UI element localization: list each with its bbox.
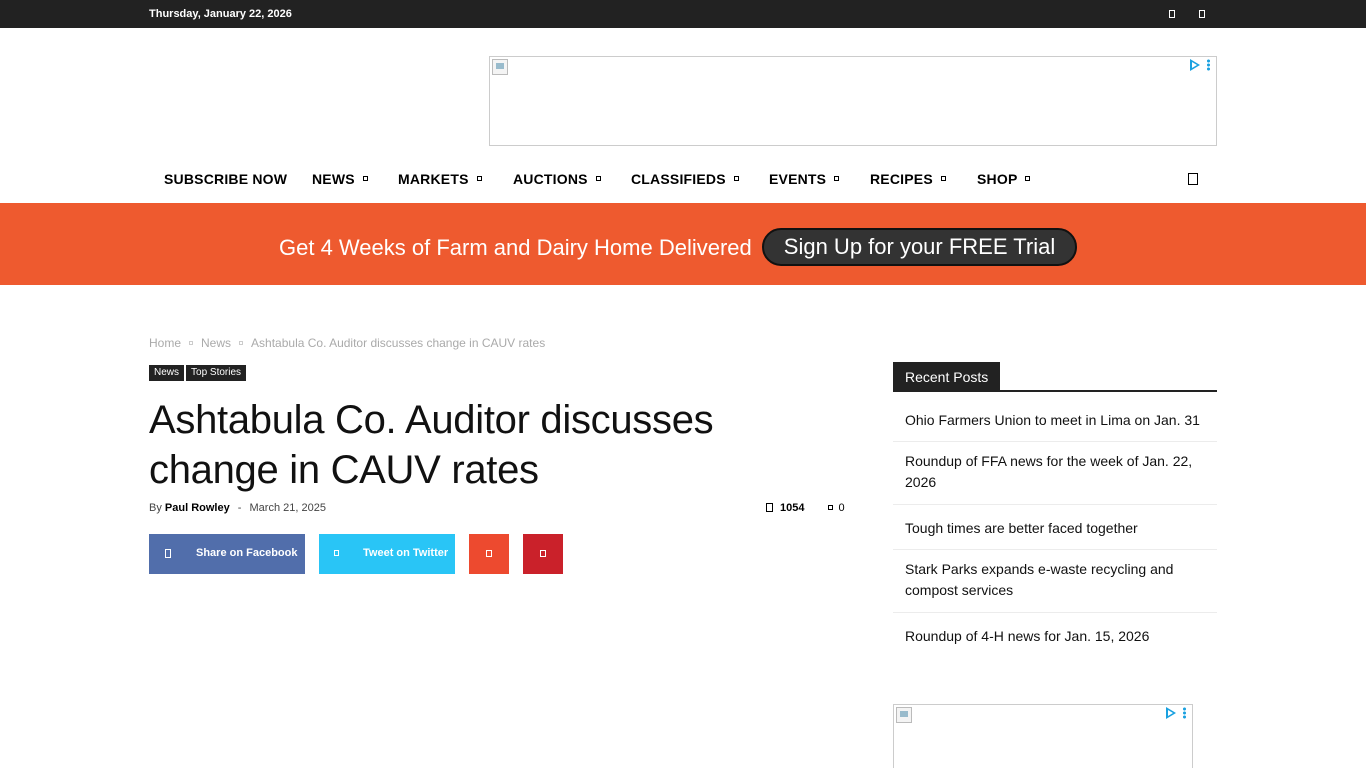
share-mix-button[interactable] bbox=[469, 534, 509, 574]
top-bar: Thursday, January 22, 2026 bbox=[0, 0, 1366, 28]
recent-posts-title: Recent Posts bbox=[893, 362, 1001, 390]
sidebar-ad[interactable] bbox=[893, 704, 1193, 768]
ad-options-icon[interactable] bbox=[1183, 707, 1186, 719]
breadcrumb-news[interactable]: News bbox=[201, 336, 231, 350]
nav-subscribe-now[interactable]: SUBSCRIBE NOW bbox=[164, 171, 287, 187]
share-facebook-label: Share on Facebook bbox=[196, 547, 298, 559]
recent-post-item[interactable]: Stark Parks expands e-waste recycling an… bbox=[893, 559, 1217, 601]
search-icon[interactable] bbox=[1188, 173, 1198, 185]
facebook-icon[interactable] bbox=[1169, 10, 1175, 18]
adchoices-icon[interactable] bbox=[1166, 707, 1176, 719]
divider bbox=[893, 612, 1217, 613]
adchoices-icon[interactable] bbox=[1190, 59, 1200, 71]
nav-recipes[interactable]: RECIPES bbox=[870, 171, 946, 187]
chevron-down-icon bbox=[1025, 176, 1031, 181]
recent-post-item[interactable]: Ohio Farmers Union to meet in Lima on Ja… bbox=[893, 410, 1217, 431]
divider bbox=[893, 549, 1217, 550]
chevron-down-icon bbox=[476, 176, 482, 181]
comment-icon[interactable] bbox=[827, 505, 833, 510]
main-nav: SUBSCRIBE NOW NEWS MARKETS AUCTIONS CLAS… bbox=[149, 160, 1217, 198]
share-pinterest-button[interactable] bbox=[523, 534, 563, 574]
byline-prefix: By bbox=[149, 502, 162, 514]
breadcrumb: Home News Ashtabula Co. Auditor discusses … bbox=[149, 335, 545, 350]
chevron-right-icon bbox=[239, 340, 244, 345]
nav-markets[interactable]: MARKETS bbox=[398, 171, 482, 187]
category-tags: News Top Stories bbox=[149, 362, 248, 381]
publish-date: March 21, 2025 bbox=[249, 502, 326, 514]
breadcrumb-home[interactable]: Home bbox=[149, 336, 181, 350]
recent-post-item[interactable]: Roundup of 4-H news for Jan. 15, 2026 bbox=[893, 626, 1217, 647]
author-link[interactable]: Paul Rowley bbox=[165, 502, 230, 514]
chevron-down-icon bbox=[834, 176, 840, 181]
free-trial-button[interactable]: Sign Up for your FREE Trial bbox=[762, 228, 1077, 266]
chevron-down-icon bbox=[595, 176, 601, 181]
nav-auctions[interactable]: AUCTIONS bbox=[513, 171, 601, 187]
article-meta: By Paul Rowley - March 21, 2025 bbox=[149, 502, 326, 514]
meta-separator: - bbox=[237, 502, 242, 514]
facebook-icon bbox=[165, 549, 171, 558]
tag-top-stories[interactable]: Top Stories bbox=[186, 365, 247, 381]
mix-icon bbox=[486, 550, 492, 557]
chevron-right-icon bbox=[189, 340, 194, 345]
share-facebook-button[interactable]: Share on Facebook bbox=[149, 534, 305, 574]
recent-post-item[interactable]: Roundup of FFA news for the week of Jan.… bbox=[893, 451, 1217, 493]
breadcrumb-current: Ashtabula Co. Auditor discusses change i… bbox=[251, 335, 546, 350]
header-ad-banner[interactable] bbox=[489, 56, 1217, 146]
current-date: Thursday, January 22, 2026 bbox=[149, 8, 292, 20]
pinterest-icon bbox=[540, 550, 546, 557]
broken-image-icon bbox=[896, 707, 912, 723]
divider bbox=[893, 504, 1217, 505]
chevron-down-icon bbox=[362, 176, 368, 181]
promo-text: Get 4 Weeks of Farm and Dairy Home Deliv… bbox=[279, 235, 752, 260]
nav-classifieds[interactable]: CLASSIFIEDS bbox=[631, 171, 739, 187]
views-icon bbox=[766, 503, 773, 512]
recent-posts-header: Recent Posts bbox=[893, 362, 1217, 392]
chevron-down-icon bbox=[940, 176, 946, 181]
share-twitter-button[interactable]: Tweet on Twitter bbox=[319, 534, 455, 574]
tag-news[interactable]: News bbox=[149, 365, 185, 381]
share-twitter-label: Tweet on Twitter bbox=[363, 547, 449, 559]
recent-post-item[interactable]: Tough times are better faced together bbox=[893, 518, 1217, 539]
broken-image-icon bbox=[492, 59, 508, 75]
subscription-promo-banner[interactable]: Get 4 Weeks of Farm and Dairy Home Deliv… bbox=[0, 203, 1366, 285]
nav-news[interactable]: NEWS bbox=[312, 171, 368, 187]
divider bbox=[893, 441, 1217, 442]
nav-events[interactable]: EVENTS bbox=[769, 171, 840, 187]
nav-shop[interactable]: SHOP bbox=[977, 171, 1031, 187]
article-stats: 1054 0 bbox=[766, 502, 845, 514]
twitter-icon bbox=[334, 550, 339, 556]
article-title: Ashtabula Co. Auditor discusses change i… bbox=[149, 398, 714, 492]
twitter-icon[interactable] bbox=[1199, 10, 1205, 18]
comment-count[interactable]: 0 bbox=[839, 502, 845, 514]
chevron-down-icon bbox=[733, 176, 739, 181]
view-count: 1054 bbox=[780, 502, 805, 514]
ad-options-icon[interactable] bbox=[1207, 59, 1210, 71]
